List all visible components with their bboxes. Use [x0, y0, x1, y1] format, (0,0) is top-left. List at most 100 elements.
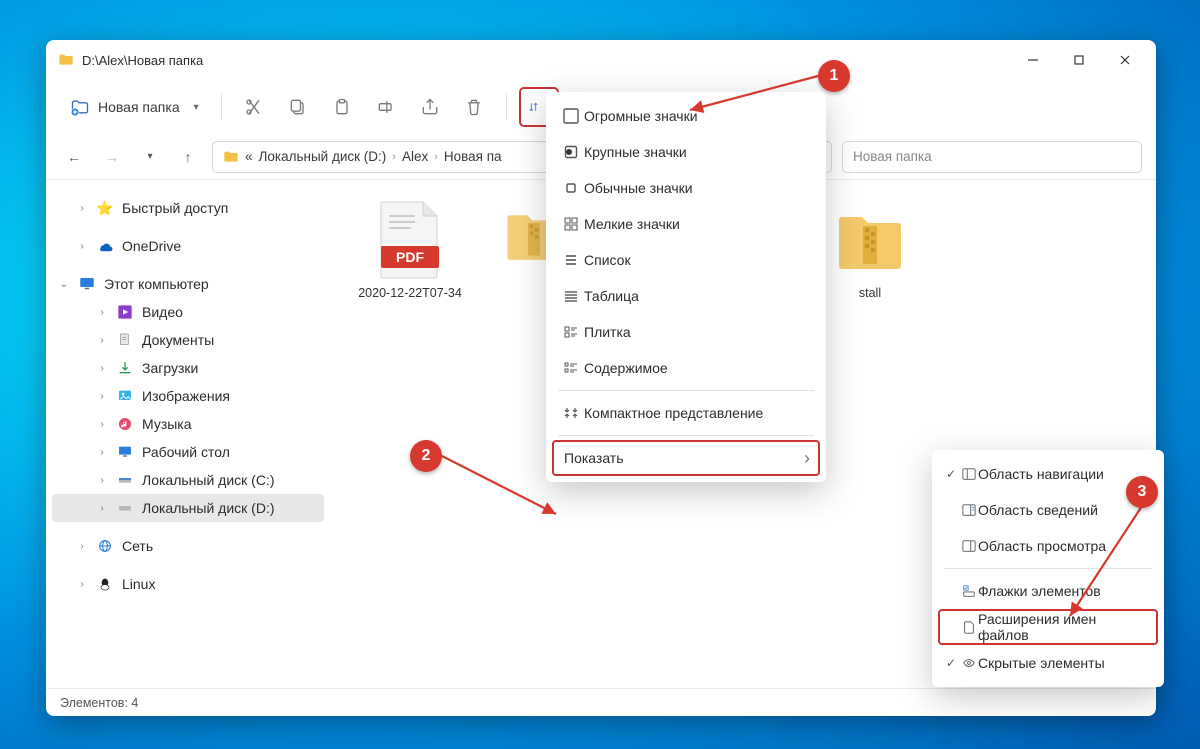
menu-item-list[interactable]: Список [552, 242, 820, 278]
nav-pane-icon [960, 465, 978, 483]
label: Локальный диск (D:) [142, 500, 275, 516]
search-input[interactable]: Новая папка [842, 141, 1142, 173]
sidebar-item-onedrive[interactable]: › OneDrive [52, 232, 324, 260]
chevron-right-icon: › [434, 151, 438, 163]
sidebar-item-desktop[interactable]: › Рабочий стол [52, 438, 324, 466]
chevron-right-icon: › [76, 579, 88, 590]
share-button[interactable] [410, 87, 450, 127]
bc-seg[interactable]: Новая па [444, 149, 502, 164]
bc-seg[interactable]: Локальный диск (D:) [259, 149, 387, 164]
separator [506, 94, 507, 120]
rename-button[interactable] [366, 87, 406, 127]
label: Скрытые элементы [978, 655, 1105, 671]
menu-item-tiles[interactable]: Плитка [552, 314, 820, 350]
item-count: Элементов: 4 [60, 696, 138, 710]
label: Показать [564, 450, 624, 466]
menu-item-compact-view[interactable]: Компактное представление [552, 395, 820, 431]
menu-item-show[interactable]: Показать [552, 440, 820, 476]
label: Список [584, 252, 631, 268]
content-icon [562, 359, 580, 377]
sidebar-item-network[interactable]: ›Сеть [52, 532, 324, 560]
label: Содержимое [584, 360, 668, 376]
label: Изображения [142, 388, 230, 404]
label: Область просмотра [978, 538, 1106, 554]
list-icon [562, 251, 580, 269]
chevron-right-icon: › [96, 363, 108, 374]
label: Расширения имен файлов [978, 611, 1148, 643]
bc-seg[interactable]: « [245, 149, 253, 164]
eye-icon [960, 654, 978, 672]
folder-icon [223, 149, 239, 165]
drive-icon [116, 499, 134, 517]
delete-button[interactable] [454, 87, 494, 127]
menu-item-file-extensions[interactable]: Расширения имен файлов [938, 609, 1158, 645]
label: Область навигации [978, 466, 1104, 482]
menu-item-nav-pane[interactable]: ✓Область навигации [938, 456, 1158, 492]
sidebar-item-documents[interactable]: › Документы [52, 326, 324, 354]
details-icon [562, 287, 580, 305]
svg-text:PDF: PDF [396, 249, 424, 265]
menu-item-extra-large-icons[interactable]: Огромные значки [552, 98, 820, 134]
sidebar-item-video[interactable]: ›Видео [52, 298, 324, 326]
file-item-zip-2[interactable]: stall [810, 200, 930, 301]
window-controls [1010, 44, 1148, 76]
new-folder-button[interactable]: Новая папка ▾ [60, 91, 209, 123]
menu-item-large-icons[interactable]: Крупные значки [552, 134, 820, 170]
separator [944, 568, 1152, 569]
menu-item-medium-icons[interactable]: Обычные значки [552, 170, 820, 206]
chevron-right-icon: › [76, 241, 88, 252]
sidebar-item-downloads[interactable]: › Загрузки [52, 354, 324, 382]
menu-item-item-checkboxes[interactable]: Флажки элементов [938, 573, 1158, 609]
label: OneDrive [122, 238, 181, 254]
sidebar-item-quick-access[interactable]: ›⭐Быстрый доступ [52, 194, 324, 222]
label: Видео [142, 304, 183, 320]
menu-item-content[interactable]: Содержимое [552, 350, 820, 386]
star-icon: ⭐ [96, 199, 114, 217]
nav-back-button[interactable]: ← [60, 143, 88, 171]
minimize-button[interactable] [1010, 44, 1056, 76]
new-folder-label: Новая папка [98, 99, 180, 115]
nav-recent-button[interactable]: ▾ [136, 143, 164, 171]
label: Компактное представление [584, 405, 763, 421]
cut-button[interactable] [234, 87, 274, 127]
label: Рабочий стол [142, 444, 230, 460]
annotation-2: 2 [410, 440, 442, 472]
file-label: 2020-12-22T07-34 [358, 286, 462, 301]
menu-item-hidden-items[interactable]: ✓Скрытые элементы [938, 645, 1158, 681]
menu-item-details[interactable]: Таблица [552, 278, 820, 314]
chevron-right-icon: › [96, 447, 108, 458]
label: Быстрый доступ [122, 200, 228, 216]
chevron-right-icon: › [96, 503, 108, 514]
file-item-pdf[interactable]: PDF 2020-12-22T07-34 [350, 200, 470, 301]
maximize-button[interactable] [1056, 44, 1102, 76]
sidebar-item-disk-c[interactable]: ›Локальный диск (C:) [52, 466, 324, 494]
separator [221, 94, 222, 120]
onedrive-icon [96, 237, 114, 255]
documents-icon [116, 331, 134, 349]
music-icon [116, 415, 134, 433]
medium-icons-icon [562, 179, 580, 197]
label: Документы [142, 332, 214, 348]
menu-item-details-pane[interactable]: Область сведений [938, 492, 1158, 528]
chevron-right-icon: › [96, 335, 108, 346]
sidebar-item-linux[interactable]: › Linux [52, 570, 324, 598]
paste-button[interactable] [322, 87, 362, 127]
nav-forward-button[interactable]: → [98, 143, 126, 171]
sidebar-item-disk-d[interactable]: › Локальный диск (D:) [52, 494, 324, 522]
label: Linux [122, 576, 155, 592]
label: Крупные значки [584, 144, 687, 160]
chevron-right-icon: › [392, 151, 396, 163]
nav-up-button[interactable]: ↑ [174, 143, 202, 171]
chevron-right-icon: › [96, 391, 108, 402]
menu-item-small-icons[interactable]: Мелкие значки [552, 206, 820, 242]
file-label: stall [859, 286, 881, 301]
sidebar-item-music[interactable]: ›Музыка [52, 410, 324, 438]
bc-seg[interactable]: Alex [402, 149, 428, 164]
menu-item-preview-pane[interactable]: Область просмотра [938, 528, 1158, 564]
label: Загрузки [142, 360, 198, 376]
copy-button[interactable] [278, 87, 318, 127]
zip-folder-icon [835, 200, 905, 280]
sidebar-item-this-pc[interactable]: ⌄Этот компьютер [52, 270, 324, 298]
close-button[interactable] [1102, 44, 1148, 76]
sidebar-item-pictures[interactable]: › Изображения [52, 382, 324, 410]
